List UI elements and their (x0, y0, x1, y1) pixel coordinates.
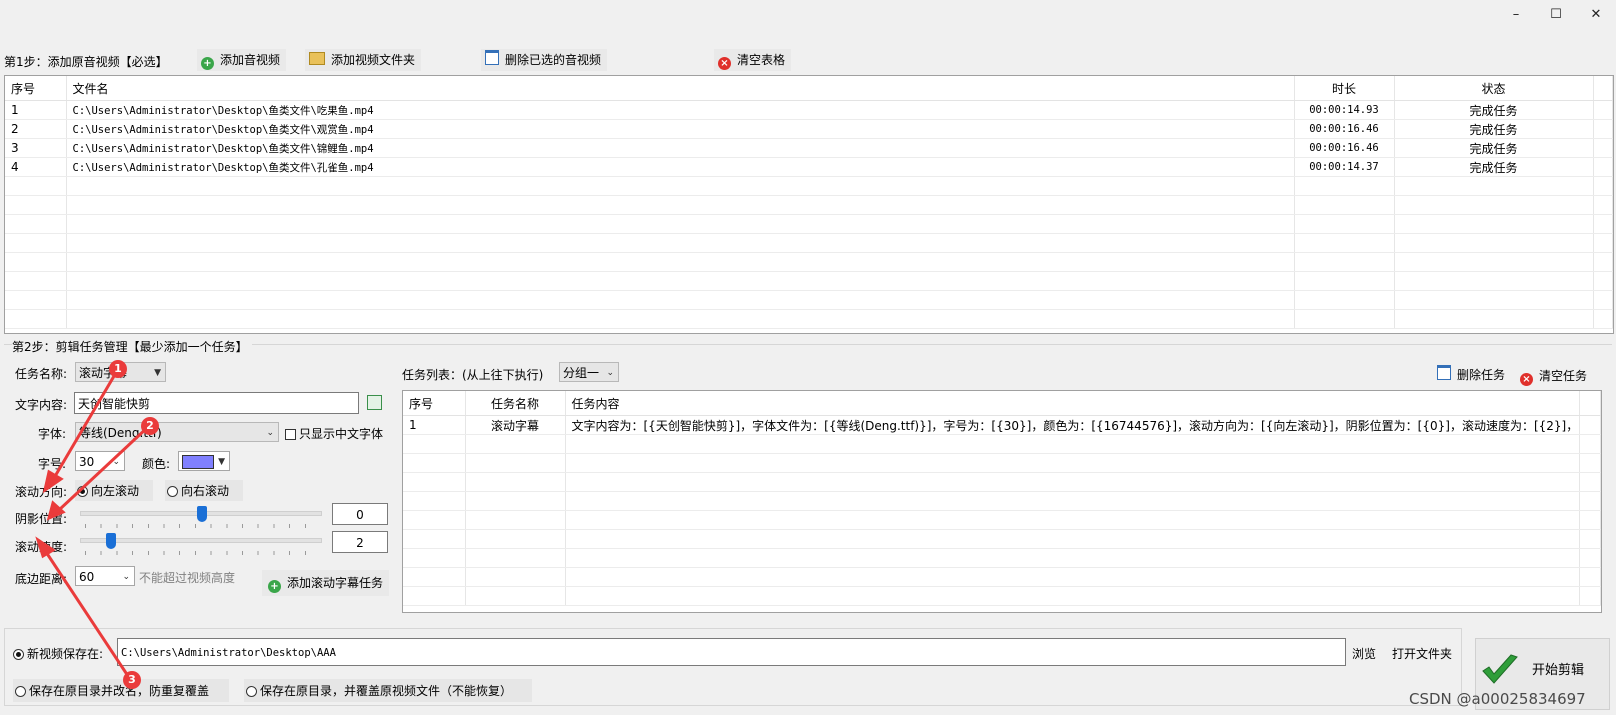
arrow-3-head (35, 536, 56, 559)
annotation-badge-3: 3 (123, 671, 141, 689)
annotation-arrows (35, 370, 150, 680)
annotation-badge-2: 2 (141, 417, 159, 435)
arrow-2 (57, 425, 150, 512)
arrow-3 (44, 551, 132, 680)
annotation-badge-1: 1 (109, 360, 127, 378)
arrow-1 (52, 370, 119, 479)
arrow-1-head (42, 469, 64, 494)
arrow-2-head (46, 500, 66, 521)
